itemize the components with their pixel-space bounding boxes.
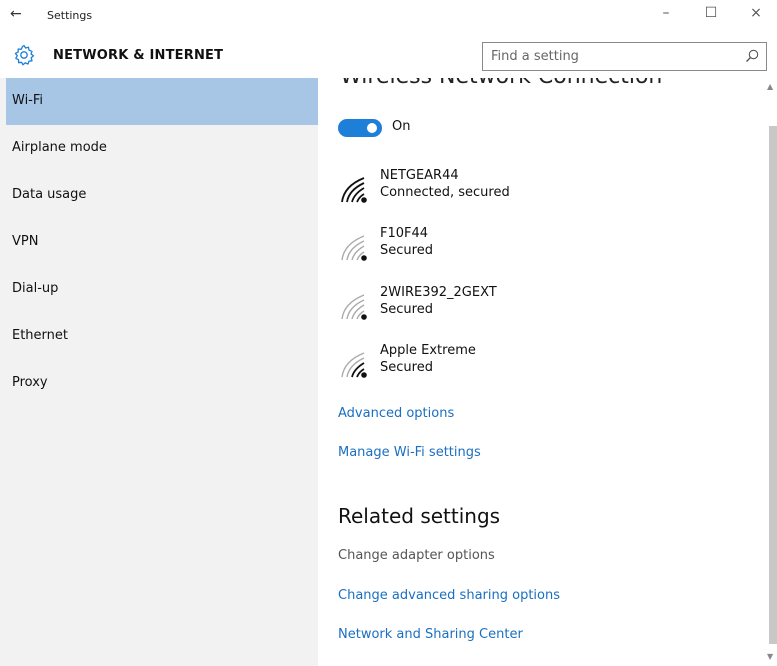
network-status: Secured — [380, 302, 433, 317]
sidebar-item-label: Proxy — [12, 375, 48, 390]
minimize-button[interactable]: – — [651, 5, 681, 21]
wifi-heading: Wireless Network Connection — [340, 78, 662, 89]
network-item-netgear44[interactable]: NETGEAR44 Connected, secured — [338, 168, 638, 218]
toggle-knob — [367, 123, 377, 133]
scrollbar[interactable]: ▲ ▼ — [765, 78, 777, 666]
gear-icon — [14, 44, 35, 66]
scroll-up-icon[interactable]: ▲ — [767, 82, 773, 91]
close-button[interactable]: × — [741, 5, 771, 21]
network-status: Secured — [380, 360, 433, 375]
search-box[interactable] — [482, 42, 767, 71]
network-name: F10F44 — [380, 226, 429, 241]
section-title: NETWORK & INTERNET — [53, 48, 224, 63]
sidebar-item-airplane-mode[interactable]: Airplane mode — [0, 125, 318, 172]
wifi-signal-medium-icon — [341, 352, 367, 378]
title-bar: ← Settings – ☐ × — [0, 0, 777, 34]
sidebar-item-label: Ethernet — [12, 328, 68, 343]
network-item-apple-extreme[interactable]: Apple Extreme Secured — [338, 343, 638, 393]
network-name: 2WIRE392_2GEXT — [380, 285, 497, 300]
network-status: Secured — [380, 243, 433, 258]
wifi-signal-full-icon — [341, 177, 367, 203]
sidebar-item-label: VPN — [12, 234, 39, 249]
change-adapter-options[interactable]: Change adapter options — [338, 548, 495, 563]
window-title: Settings — [47, 9, 93, 22]
network-item-f10f44[interactable]: F10F44 Secured — [338, 226, 638, 276]
sidebar-item-label: Airplane mode — [12, 140, 107, 155]
back-arrow-icon[interactable]: ← — [10, 6, 22, 22]
manage-wifi-link[interactable]: Manage Wi-Fi settings — [338, 445, 481, 460]
sidebar-item-data-usage[interactable]: Data usage — [0, 172, 318, 219]
sidebar-item-proxy[interactable]: Proxy — [0, 360, 318, 407]
search-input[interactable] — [483, 43, 733, 70]
wifi-signal-low-icon — [341, 294, 367, 320]
network-item-2wire392[interactable]: 2WIRE392_2GEXT Secured — [338, 285, 638, 335]
wifi-toggle-label: On — [392, 119, 411, 134]
change-sharing-link[interactable]: Change advanced sharing options — [338, 588, 560, 603]
sidebar-item-label: Wi-Fi — [12, 93, 44, 108]
sidebar-item-label: Dial-up — [12, 281, 59, 296]
scroll-thumb[interactable] — [769, 126, 777, 644]
network-status: Connected, secured — [380, 185, 510, 200]
search-icon[interactable] — [744, 48, 760, 64]
page-header: NETWORK & INTERNET — [0, 34, 777, 78]
related-settings-heading: Related settings — [338, 504, 501, 528]
sidebar-item-ethernet[interactable]: Ethernet — [0, 313, 318, 360]
sidebar-item-label: Data usage — [12, 187, 87, 202]
network-name: Apple Extreme — [380, 343, 476, 358]
maximize-button[interactable]: ☐ — [696, 5, 726, 21]
sharing-center-link[interactable]: Network and Sharing Center — [338, 627, 523, 642]
sidebar-item-dial-up[interactable]: Dial-up — [0, 266, 318, 313]
advanced-options-link[interactable]: Advanced options — [338, 406, 454, 421]
main-content: Wireless Network Connection On NETGEAR44… — [318, 78, 777, 666]
scroll-down-icon[interactable]: ▼ — [767, 652, 773, 661]
sidebar-item-wifi[interactable]: Wi-Fi — [6, 78, 318, 125]
wifi-signal-low-icon — [341, 235, 367, 261]
network-name: NETGEAR44 — [380, 168, 459, 183]
sidebar-item-vpn[interactable]: VPN — [0, 219, 318, 266]
sidebar: Wi-Fi Airplane mode Data usage VPN Dial-… — [0, 78, 318, 666]
wifi-toggle[interactable] — [338, 119, 382, 137]
